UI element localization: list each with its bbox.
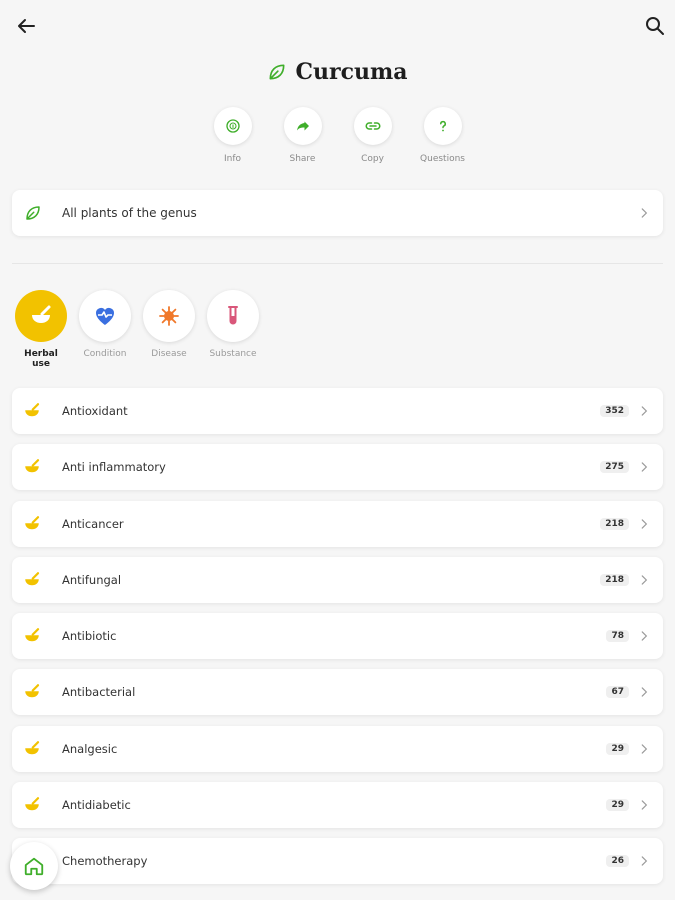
heart-pulse-icon	[96, 308, 114, 325]
chevron-right-icon	[641, 462, 648, 472]
list-item[interactable]: Antifungal 218	[12, 556, 663, 603]
page-title: Curcuma	[295, 59, 408, 85]
info-button[interactable]: Info	[213, 107, 253, 171]
home-button[interactable]	[10, 842, 58, 890]
category-label: Disease	[151, 349, 187, 359]
search-icon[interactable]	[643, 14, 667, 38]
count-badge: 218	[600, 517, 629, 530]
list-item[interactable]: Chemotherapy 26	[12, 838, 663, 885]
mortar-pestle-icon	[25, 572, 40, 586]
list-item-label: Antibacterial	[62, 685, 136, 700]
count-badge: 26	[606, 855, 629, 868]
chevron-right-icon	[641, 800, 648, 810]
category-selector: Herbal use Condition Disease Substance	[14, 290, 260, 372]
category-label: Herbal use	[24, 349, 58, 369]
category-herbal-use[interactable]: Herbal use	[14, 290, 68, 372]
mortar-pestle-icon	[32, 305, 51, 323]
link-icon	[365, 122, 380, 130]
share-button[interactable]: Share	[283, 107, 323, 171]
top-bar	[0, 0, 675, 50]
mortar-pestle-icon	[25, 740, 40, 755]
count-badge: 275	[600, 461, 629, 474]
chevron-right-icon	[641, 518, 648, 529]
list-item[interactable]: Analgesic 29	[12, 725, 663, 772]
count-badge: 29	[606, 799, 629, 812]
category-label: Condition	[83, 349, 127, 359]
leaf-icon	[269, 64, 285, 80]
questions-label: Questions	[420, 154, 465, 164]
mortar-pestle-icon	[25, 797, 40, 811]
count-badge: 29	[606, 742, 629, 755]
count-badge: 67	[606, 686, 629, 699]
action-bar: Info Share Copy Questions	[0, 107, 675, 171]
list-item-label: Anti inflammatory	[62, 460, 166, 475]
leaf-icon	[26, 206, 40, 220]
chevron-right-icon	[641, 406, 648, 416]
category-disease[interactable]: Disease	[142, 290, 196, 372]
questions-button[interactable]: Questions	[420, 107, 465, 171]
info-icon	[225, 119, 240, 133]
share-icon	[296, 121, 309, 131]
copy-button[interactable]: Copy	[353, 107, 393, 171]
list-item[interactable]: Antioxidant 352	[12, 388, 663, 434]
chevron-right-icon	[641, 687, 648, 698]
list-item[interactable]: Antibiotic 78	[12, 613, 663, 660]
page-title-row: Curcuma	[0, 55, 675, 89]
share-label: Share	[289, 154, 316, 164]
list-item[interactable]: Anti inflammatory 275	[12, 444, 663, 491]
list-item-label: Antioxidant	[62, 404, 128, 418]
mortar-pestle-icon	[25, 403, 40, 417]
chevron-right-icon	[641, 575, 648, 585]
count-badge: 78	[606, 630, 629, 643]
mortar-pestle-icon	[25, 515, 40, 529]
home-icon	[24, 857, 44, 876]
chevron-right-icon	[641, 208, 648, 218]
count-badge: 352	[600, 405, 629, 417]
test-tube-icon	[228, 306, 238, 325]
category-condition[interactable]: Condition	[78, 290, 132, 372]
list-item-label: Antifungal	[62, 572, 122, 587]
info-label: Info	[223, 154, 242, 164]
list-item-label: Analgesic	[62, 741, 118, 756]
copy-label: Copy	[361, 154, 384, 164]
mortar-pestle-icon	[25, 459, 40, 473]
category-label: Substance	[209, 349, 257, 359]
back-arrow-icon[interactable]	[14, 14, 38, 38]
category-substance[interactable]: Substance	[206, 290, 260, 372]
mortar-pestle-icon	[25, 628, 40, 642]
list-item[interactable]: Anticancer 218	[12, 500, 663, 547]
genus-label: All plants of the genus	[62, 206, 197, 220]
list-item-label: Anticancer	[62, 516, 124, 531]
herbal-use-list: Antioxidant 352 Anti inflammatory 275 An…	[12, 388, 663, 895]
list-item-label: Chemotherapy	[62, 854, 148, 869]
list-item[interactable]: Antibacterial 67	[12, 669, 663, 716]
list-item-label: Antibiotic	[62, 629, 117, 644]
count-badge: 218	[600, 573, 629, 586]
chevron-right-icon	[641, 744, 648, 754]
virus-icon	[159, 306, 179, 326]
mortar-pestle-icon	[25, 684, 40, 698]
chevron-right-icon	[641, 631, 648, 641]
question-icon	[439, 120, 446, 132]
chevron-right-icon	[641, 856, 648, 867]
genus-plants-link[interactable]: All plants of the genus	[12, 190, 663, 236]
list-item-label: Antidiabetic	[62, 798, 131, 813]
divider	[12, 263, 663, 264]
list-item[interactable]: Antidiabetic 29	[12, 782, 663, 829]
